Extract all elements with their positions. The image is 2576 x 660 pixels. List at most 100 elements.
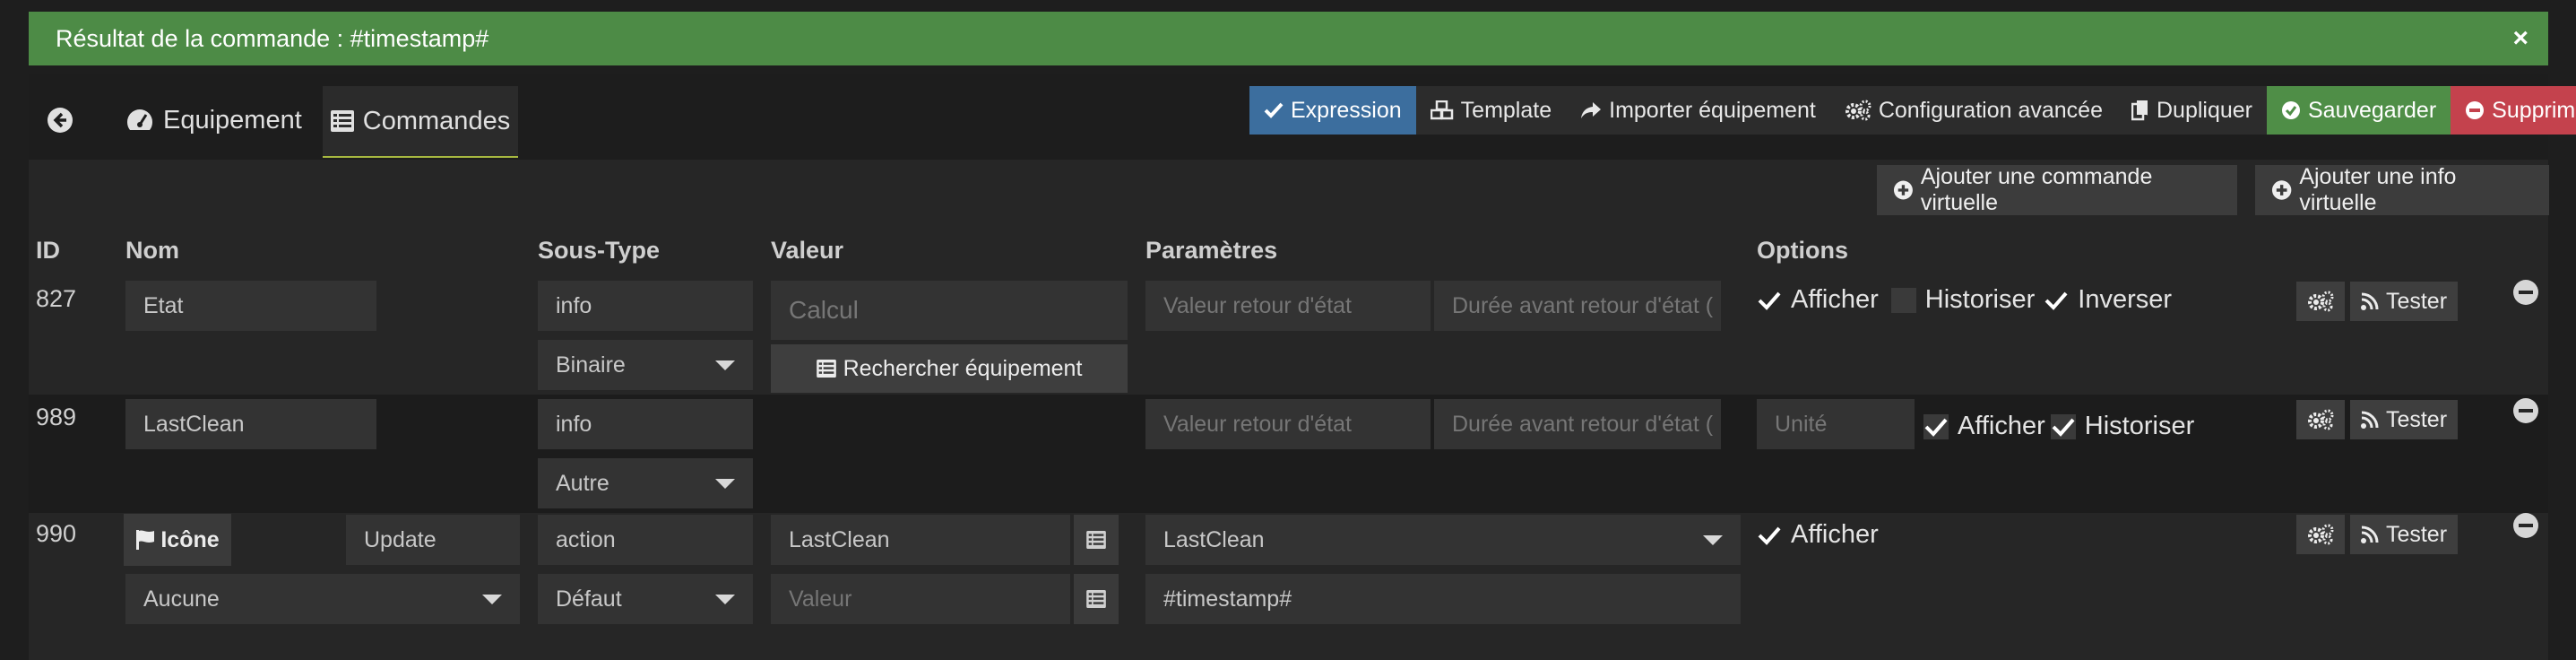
- name-input[interactable]: Etat: [125, 281, 376, 331]
- test-button[interactable]: Tester: [2350, 515, 2458, 554]
- options-group: Afficher Historiser: [1923, 412, 2194, 441]
- invert-checkbox[interactable]: [2044, 288, 2069, 313]
- param-select[interactable]: LastClean: [1145, 515, 1741, 565]
- rss-icon: [2360, 525, 2379, 543]
- display-checkbox[interactable]: [1757, 288, 1782, 313]
- header-id: ID: [36, 237, 60, 264]
- unit-input[interactable]: Unité: [1757, 399, 1915, 449]
- share-icon: [1581, 102, 1602, 118]
- display-checkbox[interactable]: [1923, 413, 1949, 439]
- back-button[interactable]: [47, 104, 79, 136]
- state-return-delay-input[interactable]: Durée avant retour d'état (: [1434, 281, 1721, 331]
- icon-button[interactable]: Icône: [124, 514, 231, 566]
- state-return-value-input[interactable]: Valeur retour d'état: [1145, 399, 1431, 449]
- subtype-select[interactable]: Autre: [538, 458, 753, 508]
- test-button[interactable]: Tester: [2350, 282, 2458, 321]
- display-checkbox[interactable]: [1757, 523, 1782, 548]
- subtype-select[interactable]: Défaut: [538, 574, 753, 624]
- check-icon: [1758, 526, 1781, 545]
- value-list-button[interactable]: [1074, 515, 1119, 565]
- check-icon: [2052, 418, 2075, 437]
- caret-down-icon: [715, 360, 735, 370]
- import-equipment-button[interactable]: Importer équipement: [1566, 86, 1830, 135]
- tab-commands[interactable]: Commandes: [323, 86, 518, 158]
- alert-banner: Résultat de la commande : #timestamp# ×: [29, 12, 2548, 65]
- value2-list-button[interactable]: [1074, 574, 1119, 624]
- add-virtual-info-label: Ajouter une info virtuelle: [2299, 164, 2457, 215]
- list-icon: [1086, 590, 1106, 608]
- template-label: Template: [1460, 97, 1552, 123]
- config-button[interactable]: [2296, 515, 2345, 554]
- remove-row-icon[interactable]: [2513, 280, 2538, 305]
- remove-row-icon[interactable]: [2513, 513, 2538, 538]
- state-return-value-input[interactable]: Valeur retour d'état: [1145, 281, 1431, 331]
- icon-select[interactable]: Aucune: [125, 574, 520, 624]
- minus-circle-icon: [2466, 101, 2485, 119]
- subtype-value: Binaire: [556, 352, 626, 378]
- template-button[interactable]: Template: [1415, 86, 1567, 135]
- add-virtual-command-button[interactable]: Ajouter une commande virtuelle: [1877, 164, 2237, 215]
- expression-button[interactable]: Expression: [1249, 86, 1416, 135]
- value2-input[interactable]: Valeur: [771, 574, 1070, 624]
- tab-equipment[interactable]: Equipement: [125, 99, 302, 142]
- param-select-value: LastClean: [1163, 526, 1265, 552]
- advanced-config-button[interactable]: Configuration avancée: [1829, 86, 2117, 135]
- name-input[interactable]: LastClean: [125, 399, 376, 449]
- duplicate-button[interactable]: Dupliquer: [2116, 86, 2267, 135]
- list-icon: [816, 360, 836, 378]
- value-input[interactable]: LastClean: [771, 515, 1070, 565]
- tab-equipment-label: Equipement: [163, 105, 302, 135]
- type-field: info: [538, 281, 753, 331]
- add-virtual-info-button[interactable]: Ajouter une info virtuelle: [2255, 164, 2549, 215]
- list-icon: [330, 110, 354, 132]
- caret-down-icon: [1703, 534, 1723, 545]
- arrow-circle-left-icon: [48, 108, 73, 133]
- delete-button[interactable]: Supprimer: [2451, 86, 2576, 135]
- expression-label: Expression: [1291, 97, 1402, 123]
- history-label: Historiser: [2084, 412, 2195, 440]
- alert-message: Résultat de la commande : #timestamp#: [56, 25, 489, 52]
- config-button[interactable]: [2296, 400, 2345, 439]
- check-icon: [1264, 102, 1284, 118]
- type-field: info: [538, 399, 753, 449]
- rss-icon: [2360, 292, 2379, 310]
- test-label: Tester: [2385, 406, 2448, 432]
- row-id: 990: [36, 520, 77, 547]
- header-value: Valeur: [771, 237, 844, 264]
- display-label: Afficher: [1791, 285, 1879, 314]
- test-button[interactable]: Tester: [2350, 400, 2458, 439]
- options-group: Afficher Historiser Inverser: [1757, 285, 2172, 315]
- gears-icon: [2308, 524, 2334, 545]
- param-value-input[interactable]: #timestamp#: [1145, 574, 1741, 624]
- plus-circle-icon: [2271, 180, 2292, 200]
- save-label: Sauvegarder: [2308, 97, 2437, 123]
- close-icon[interactable]: ×: [2512, 12, 2528, 65]
- header-name: Nom: [125, 237, 179, 264]
- caret-down-icon: [715, 478, 735, 489]
- invert-label: Inverser: [2078, 285, 2173, 314]
- import-equipment-label: Importer équipement: [1609, 97, 1816, 123]
- config-button[interactable]: [2296, 282, 2345, 321]
- history-checkbox[interactable]: [2050, 413, 2076, 439]
- subtype-value: Défaut: [556, 586, 622, 612]
- tab-commands-label: Commandes: [362, 106, 511, 135]
- state-return-delay-input[interactable]: Durée avant retour d'état (: [1434, 399, 1721, 449]
- list-icon: [1086, 531, 1106, 549]
- options-group: Afficher: [1757, 520, 1879, 550]
- check-icon: [1924, 418, 1948, 437]
- flag-icon: [136, 530, 155, 550]
- gears-icon: [2308, 409, 2334, 430]
- dashboard-icon: [126, 109, 153, 130]
- history-checkbox[interactable]: [1890, 287, 1916, 313]
- subtype-select[interactable]: Binaire: [538, 340, 753, 390]
- name-input[interactable]: Update: [346, 515, 520, 565]
- subtype-value: Autre: [556, 470, 609, 496]
- calcul-textarea[interactable]: Calcul: [771, 281, 1128, 340]
- search-equipment-button[interactable]: Rechercher équipement: [771, 344, 1128, 393]
- save-button[interactable]: Sauvegarder: [2267, 86, 2451, 135]
- caret-down-icon: [715, 594, 735, 604]
- caret-down-icon: [482, 594, 502, 604]
- display-label: Afficher: [1958, 412, 2045, 440]
- remove-row-icon[interactable]: [2513, 398, 2538, 423]
- check-icon: [1758, 291, 1781, 310]
